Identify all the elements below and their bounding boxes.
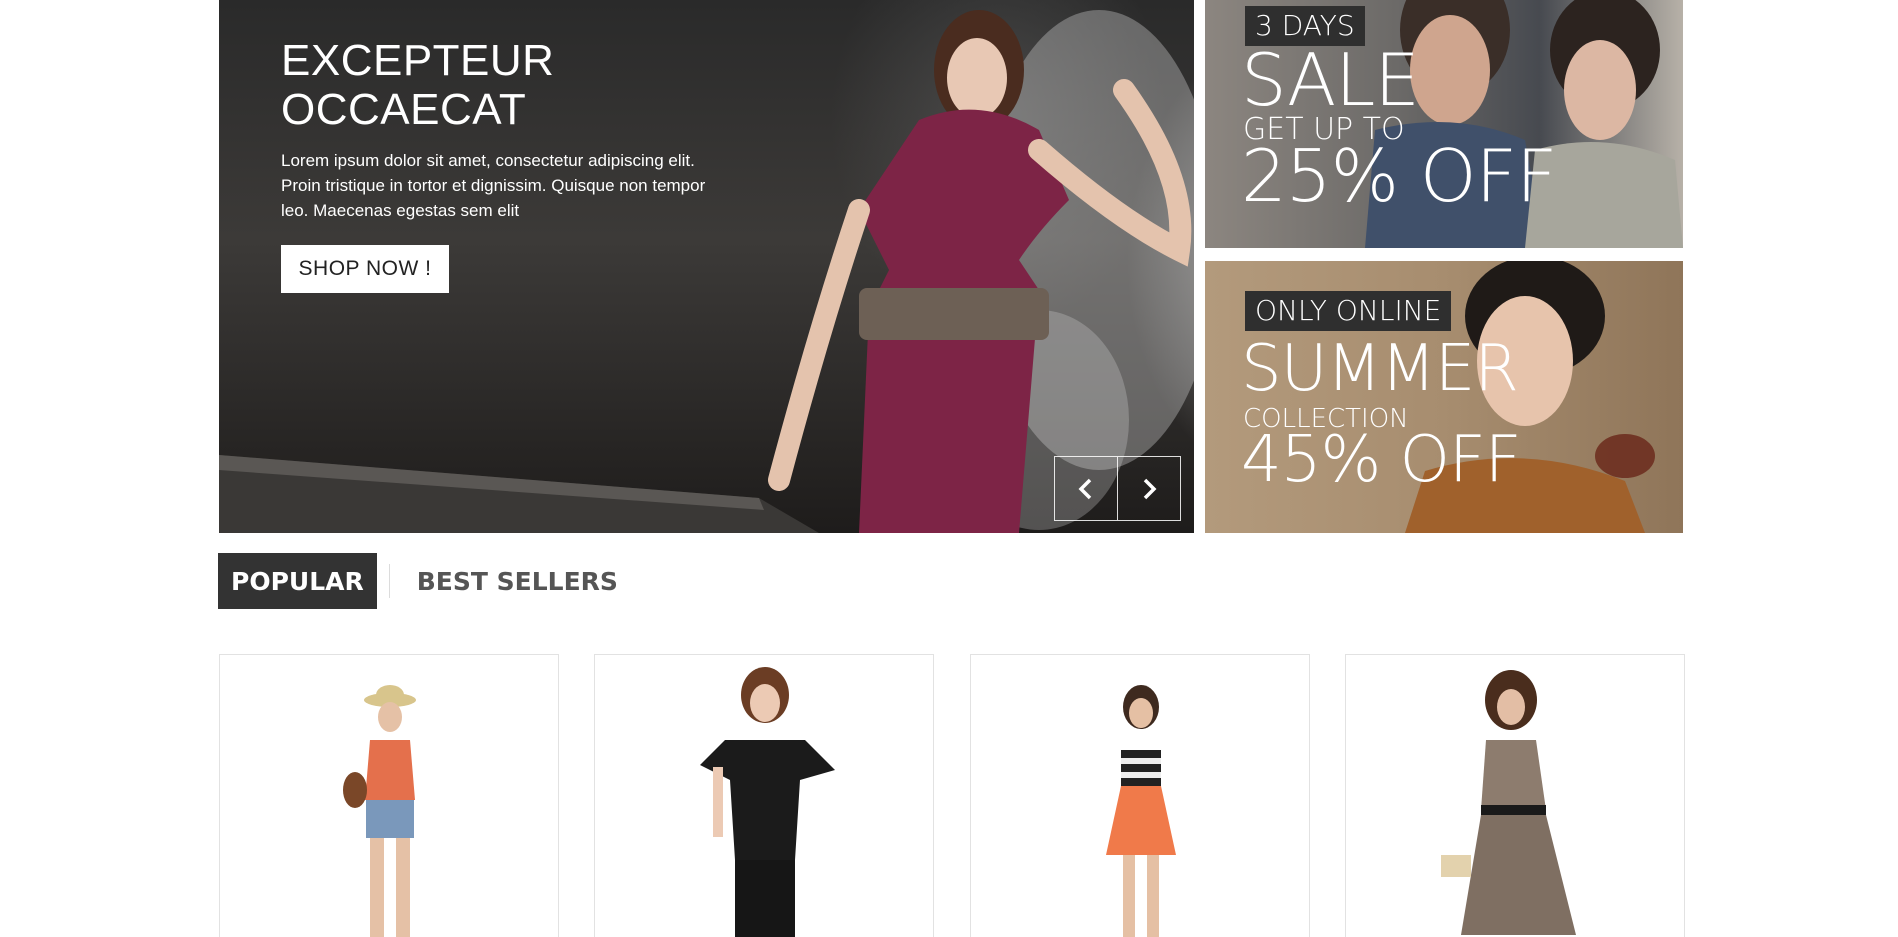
hero-title: EXCEPTEUR OCCAECAT: [281, 36, 721, 134]
summer-collection-banner[interactable]: ONLY ONLINE SUMMER COLLECTION 45% OFF: [1205, 261, 1683, 533]
shop-now-button[interactable]: SHOP NOW !: [281, 245, 449, 293]
product-card[interactable]: [1345, 654, 1685, 937]
slider-prev-button[interactable]: [1055, 457, 1117, 520]
summer-banner-offer: 45% OFF: [1241, 423, 1522, 497]
product-card[interactable]: [970, 654, 1310, 937]
hero-title-line-1: EXCEPTEUR: [281, 36, 555, 85]
chevron-left-icon: [1078, 478, 1092, 499]
product-card[interactable]: [219, 654, 559, 937]
product-image: [343, 685, 416, 937]
chevron-right-icon: [1143, 478, 1157, 499]
product-tabs: POPULAR BEST SELLERS: [218, 553, 631, 609]
sale-banner-offer: 25% OFF: [1241, 134, 1557, 218]
summer-banner-tag: ONLY ONLINE: [1245, 291, 1452, 331]
product-image: [700, 667, 835, 937]
tab-best-sellers[interactable]: BEST SELLERS: [404, 553, 631, 609]
slider-next-button[interactable]: [1117, 457, 1180, 520]
tab-popular[interactable]: POPULAR: [218, 553, 377, 609]
product-card[interactable]: [594, 654, 934, 937]
sale-banner-headline: SALE: [1241, 38, 1420, 122]
slider-navigation: [1054, 456, 1181, 521]
hero-text-block: EXCEPTEUR OCCAECAT Lorem ipsum dolor sit…: [281, 36, 721, 223]
striped-top: [1121, 750, 1161, 786]
hero-description: Lorem ipsum dolor sit amet, consectetur …: [281, 151, 706, 220]
product-image: [1106, 685, 1176, 937]
product-image: [1441, 670, 1576, 935]
summer-banner-headline: SUMMER: [1241, 332, 1519, 406]
sale-banner[interactable]: 3 DAYS SALE GET UP TO 25% OFF: [1205, 0, 1683, 248]
hero-title-line-2: OCCAECAT: [281, 85, 527, 134]
hero-slider: EXCEPTEUR OCCAECAT Lorem ipsum dolor sit…: [219, 0, 1194, 533]
tab-divider: [388, 564, 390, 598]
